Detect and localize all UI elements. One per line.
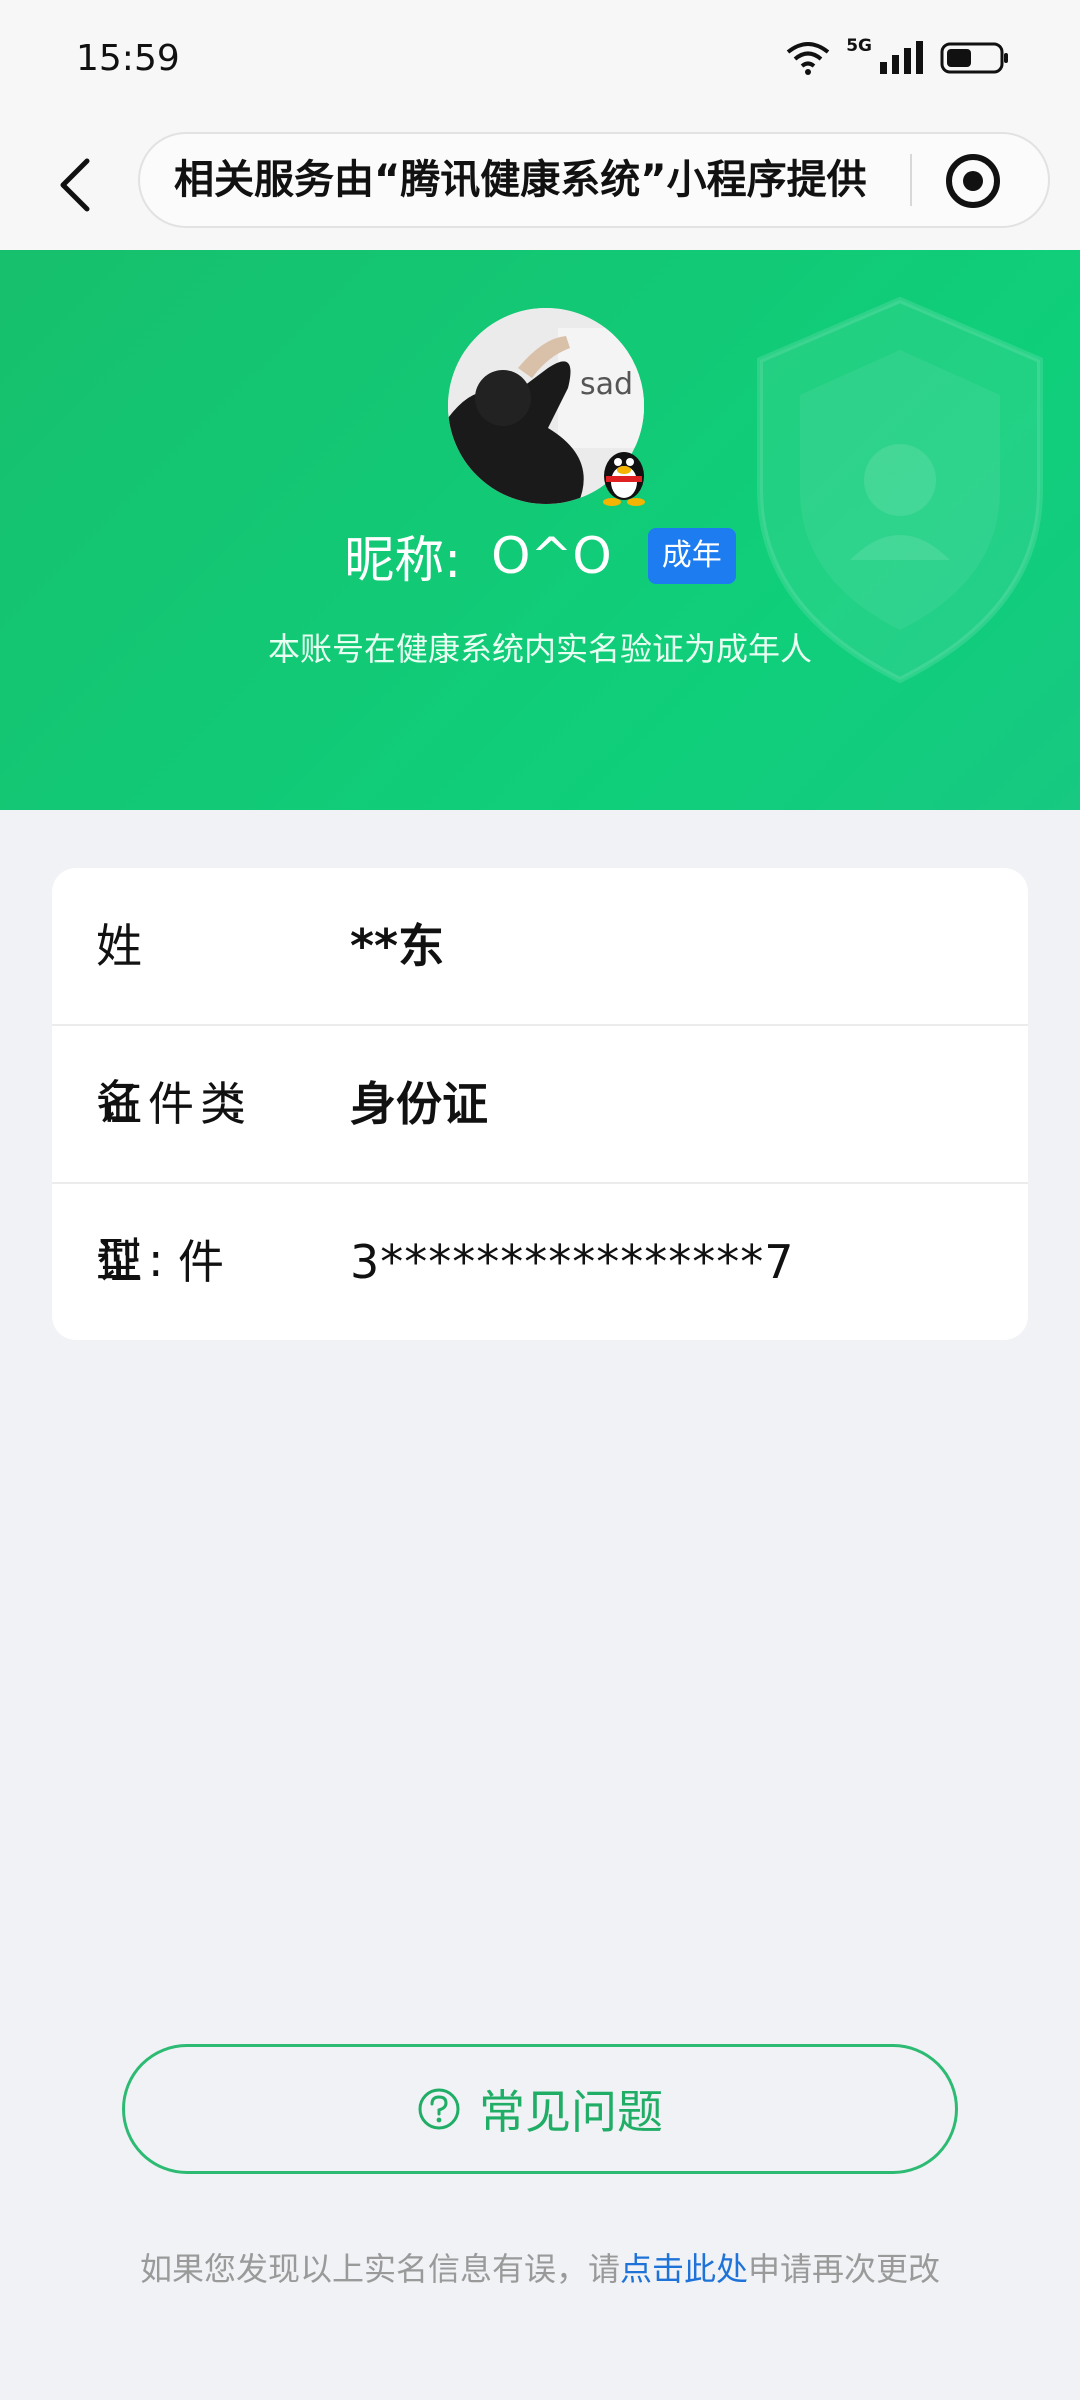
status-icons: 5G xyxy=(786,36,1010,76)
question-circle-icon xyxy=(418,2088,460,2130)
signal-icon xyxy=(880,41,923,74)
footer-prefix: 如果您发现以上实名信息有误，请 xyxy=(139,2250,620,2288)
faq-label: 常见问题 xyxy=(479,2085,663,2139)
status-time: 15:59 xyxy=(76,38,180,79)
info-row-id-number: 证件号: 3****************7 xyxy=(52,1184,1028,1340)
id-type-value: 身份证 xyxy=(350,1077,488,1131)
nickname-label: 昵称: xyxy=(344,531,462,589)
identity-info-card: 姓名: **东 证件类型: 身份证 证件号: 3****************… xyxy=(52,868,1028,1340)
name-label-text: 姓名: xyxy=(96,919,330,1129)
id-type-label-text: 证件类型: xyxy=(96,1077,252,1287)
name-value: **东 xyxy=(350,919,445,973)
info-row-name: 姓名: **东 xyxy=(52,868,1028,1129)
info-row-id-type: 证件类型: 身份证 xyxy=(52,1026,1028,1287)
change-info-link[interactable]: 点击此处 xyxy=(620,2250,748,2288)
service-provider-title: 相关服务由“腾讯健康系统”小程序提供 xyxy=(174,157,867,203)
id-number-label-text: 证件号: xyxy=(96,1235,260,1289)
name-label: 姓名: xyxy=(96,868,316,1129)
status-bar: 15:59 5G xyxy=(0,0,1080,120)
id-number-label: 证件号: xyxy=(96,1184,316,1340)
nickname-value: O^O xyxy=(491,527,612,585)
network-type: 5G xyxy=(846,36,872,56)
id-number-value: 3****************7 xyxy=(350,1235,795,1289)
battery-icon xyxy=(940,42,1008,74)
capsule-divider xyxy=(910,154,912,206)
verification-text: 本账号在健康系统内实名验证为成年人 xyxy=(267,630,812,668)
target-icon[interactable] xyxy=(944,152,1002,210)
chevron-left-icon xyxy=(60,158,90,212)
qq-penguin-icon xyxy=(603,452,645,506)
nav-bar: 相关服务由“腾讯健康系统”小程序提供 xyxy=(0,120,1080,250)
back-button[interactable] xyxy=(40,150,110,220)
wifi-icon xyxy=(786,42,830,75)
footer-suffix: 申请再次更改 xyxy=(748,2250,941,2288)
faq-button[interactable]: 常见问题 xyxy=(122,2044,958,2174)
id-type-label: 证件类型: xyxy=(96,1026,316,1287)
adult-badge: 成年 xyxy=(647,528,736,584)
svg-text:sad: sad xyxy=(580,367,633,402)
footer-note: 如果您发现以上实名信息有误，请点击此处申请再次更改 xyxy=(0,2244,1080,2290)
nickname-row: 昵称: O^O 成年 xyxy=(0,520,1080,592)
mini-program-capsule: 相关服务由“腾讯健康系统”小程序提供 xyxy=(138,132,1050,228)
